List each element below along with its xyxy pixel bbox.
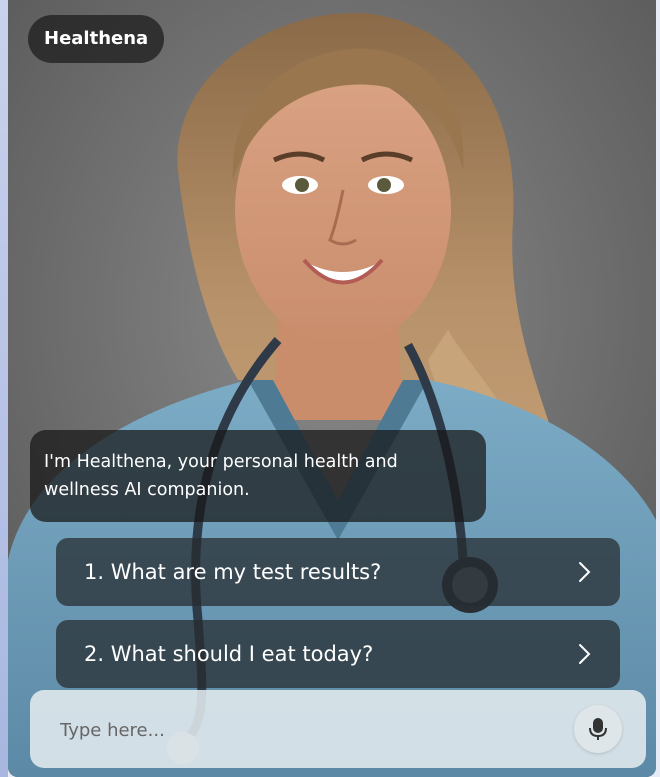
suggestion-label: 2. What should I eat today? (84, 642, 374, 666)
suggestion-test-results[interactable]: 1. What are my test results? (56, 538, 620, 606)
window-left-edge (0, 0, 8, 777)
suggestion-label: 1. What are my test results? (84, 560, 382, 584)
suggestion-eat-today[interactable]: 2. What should I eat today? (56, 620, 620, 688)
chat-widget: Healthena I'm Healthena, your personal h… (8, 0, 656, 777)
message-input[interactable] (58, 710, 542, 750)
app-name-badge: Healthena (28, 15, 165, 63)
chevron-right-icon (579, 562, 591, 582)
assistant-message: I'm Healthena, your personal health and … (30, 430, 486, 522)
microphone-icon (589, 718, 607, 740)
message-composer (30, 690, 646, 768)
chevron-right-icon (579, 644, 591, 664)
microphone-button[interactable] (574, 705, 622, 753)
